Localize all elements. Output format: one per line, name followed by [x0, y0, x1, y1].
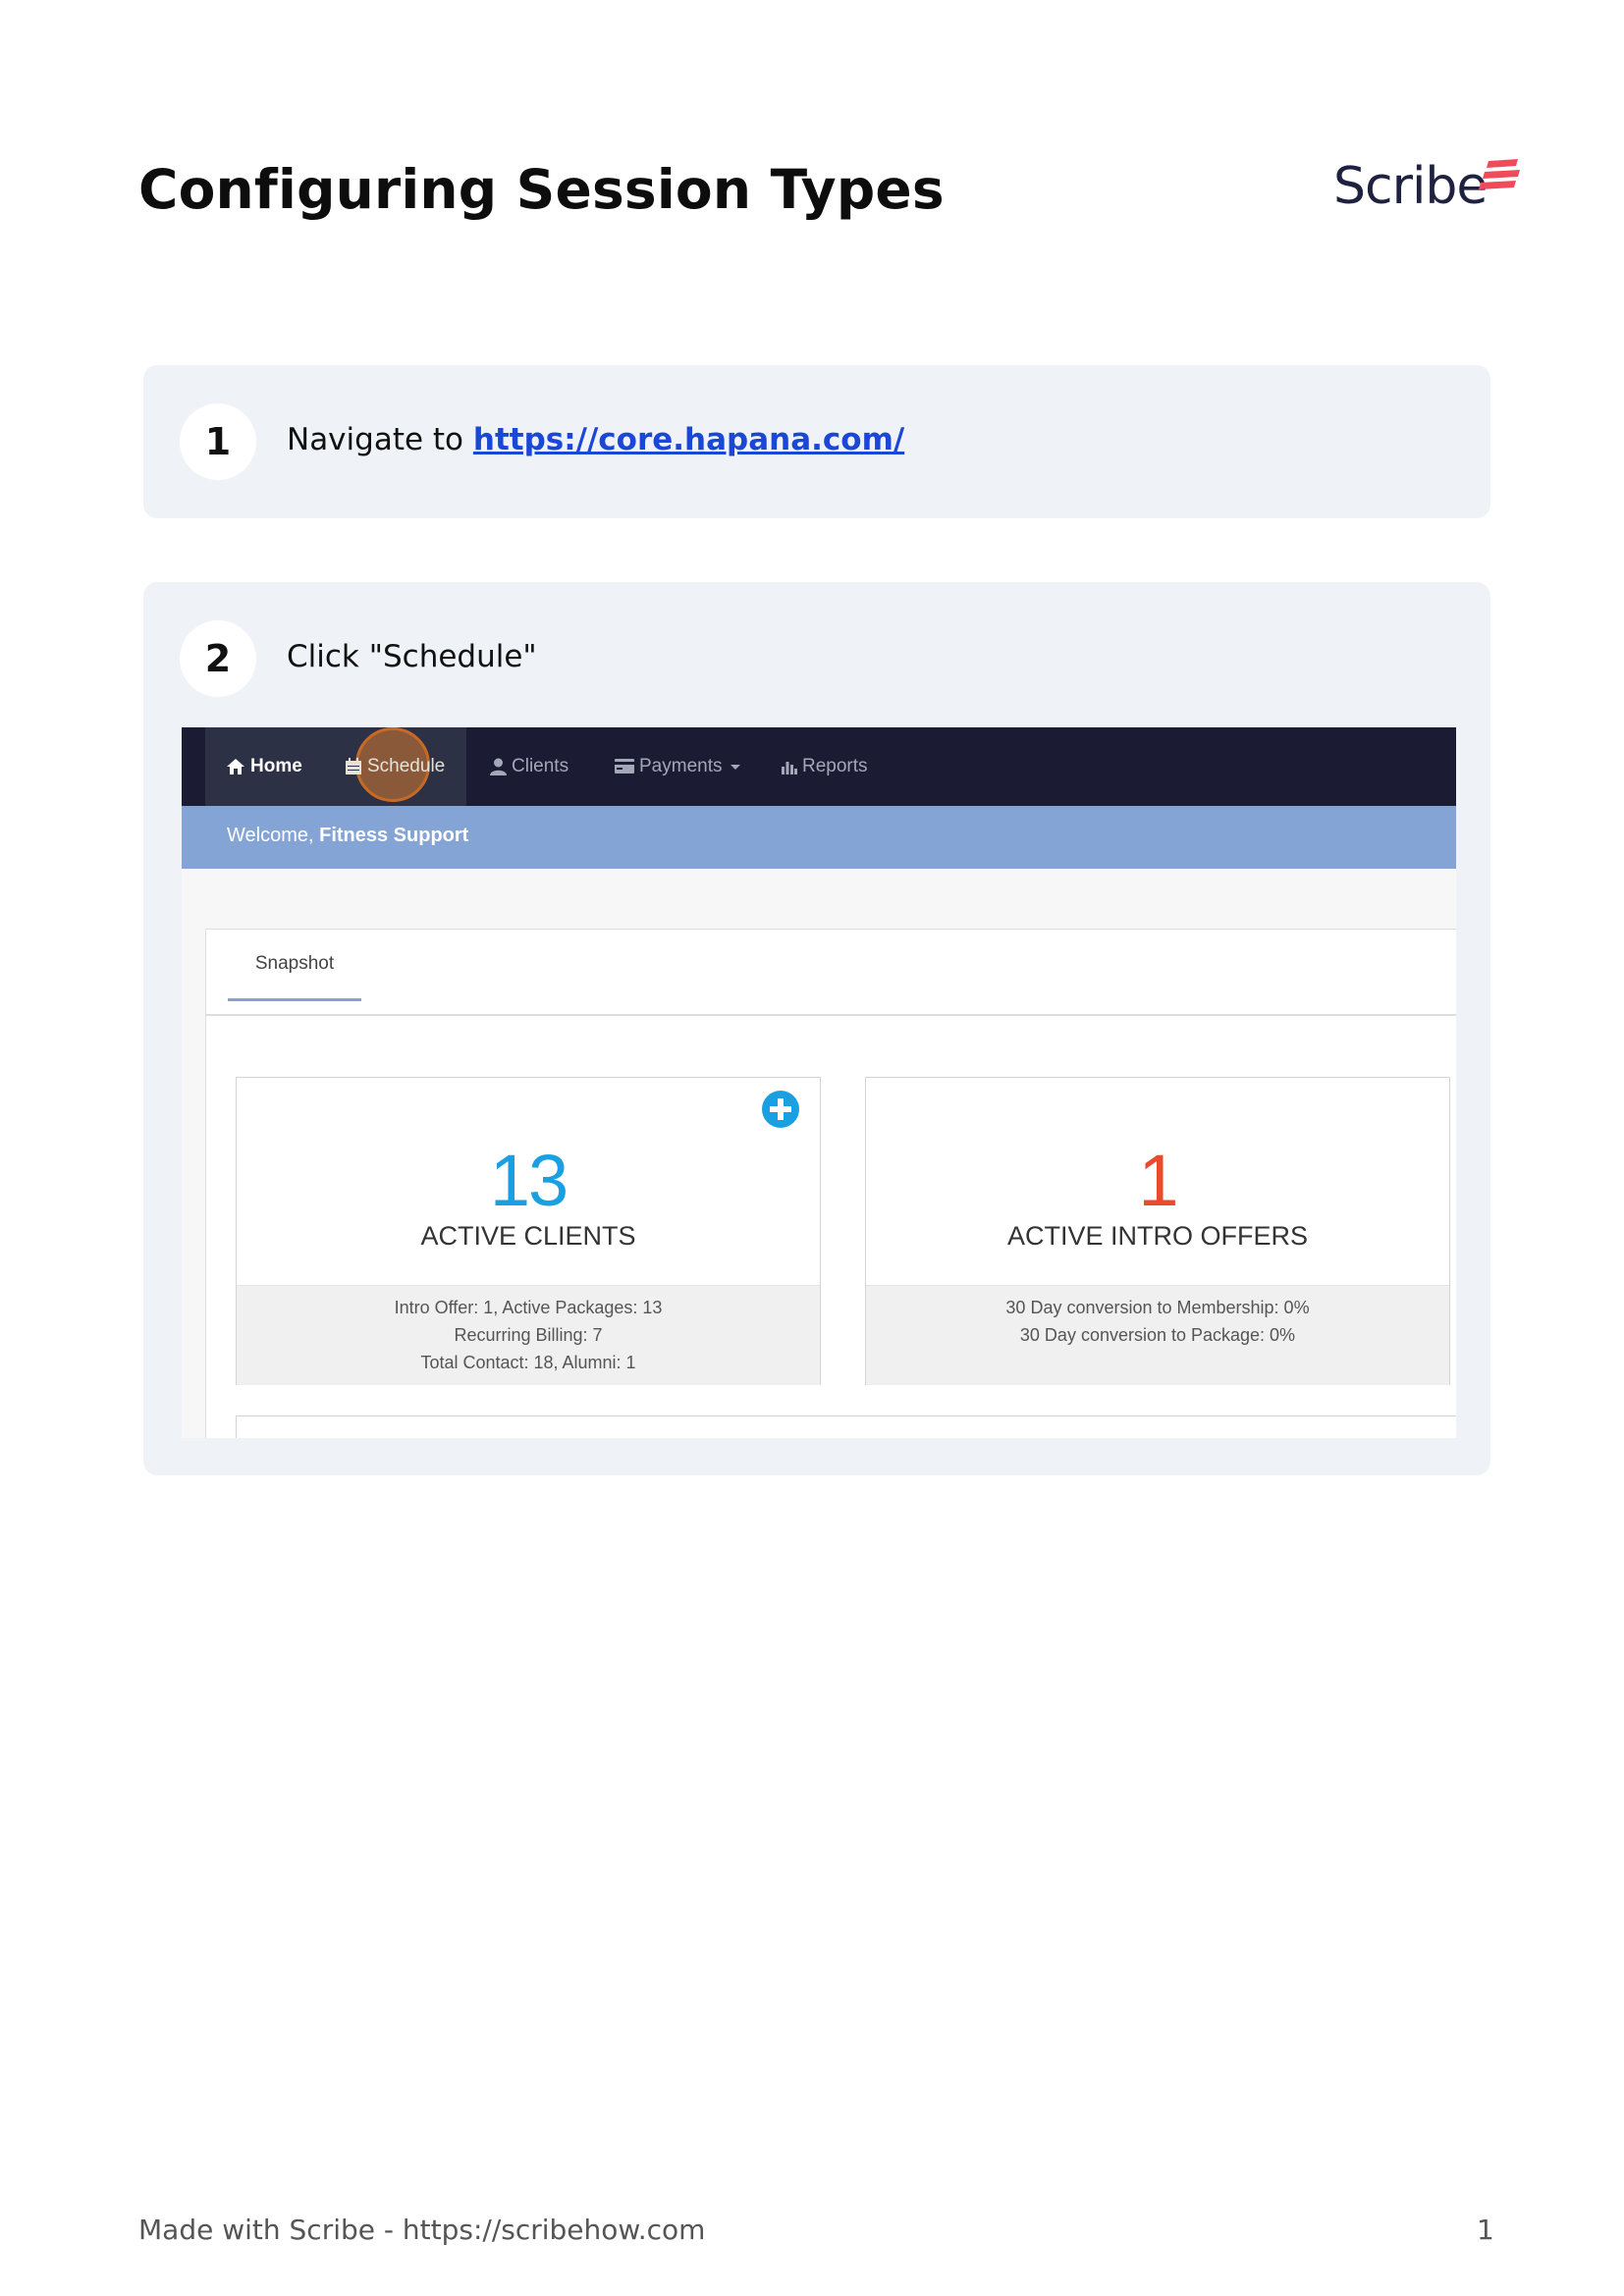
- welcome-user-name: Fitness Support: [319, 825, 469, 846]
- stat-footer: Intro Offer: 1, Active Packages: 13 Recu…: [237, 1285, 820, 1385]
- step-screenshot: Home Schedule Clients Payments Reports W…: [182, 727, 1456, 1438]
- stat-label: ACTIVE INTRO OFFERS: [1006, 1221, 1309, 1251]
- stat-detail: Total Contact: 18, Alumni: 1: [420, 1353, 636, 1372]
- nav-label: Payments: [639, 756, 723, 776]
- nav-label: Schedule: [367, 756, 446, 776]
- stat-label: ACTIVE CLIENTS: [420, 1221, 636, 1251]
- stat-detail: 30 Day conversion to Package: 0%: [1019, 1325, 1296, 1345]
- stat-detail: Recurring Billing: 7: [454, 1325, 603, 1345]
- welcome-message: Welcome, Fitness Support: [227, 825, 468, 847]
- nav-item-home[interactable]: Home: [226, 727, 302, 806]
- tab-bar: Snapshot: [206, 930, 1456, 1016]
- add-icon[interactable]: [761, 1090, 800, 1129]
- active-clients-card: 13 ACTIVE CLIENTS Intro Offer: 1, Active…: [236, 1077, 821, 1385]
- nav-label: Clients: [512, 756, 569, 776]
- step-instruction: Click "Schedule": [287, 639, 537, 674]
- calendar-icon: [346, 757, 361, 774]
- caret-down-icon: [730, 764, 740, 770]
- stat-detail: 30 Day conversion to Membership: 0%: [1005, 1298, 1310, 1317]
- nav-item-payments[interactable]: Payments: [615, 727, 745, 806]
- nav-label: Reports: [802, 756, 868, 776]
- scribe-logo-icon: [1479, 159, 1520, 189]
- home-icon: [227, 758, 244, 774]
- scribe-logo-text: Scribe: [1333, 157, 1488, 216]
- next-card-partial: [236, 1415, 1456, 1438]
- page-footer: Made with Scribe - https://scribehow.com: [138, 2214, 706, 2246]
- step-2-card: 2 Click "Schedule" Home Schedule Clients…: [143, 582, 1490, 1475]
- scribe-logo: Scribe: [1333, 157, 1520, 226]
- step-instruction: Navigate to https://core.hapana.com/: [287, 422, 904, 457]
- bar-chart-icon: [782, 761, 797, 774]
- stat-detail: Intro Offer: 1, Active Packages: 13: [394, 1298, 663, 1317]
- welcome-prefix: Welcome,: [227, 825, 320, 846]
- step-text: Navigate to: [287, 422, 473, 457]
- credit-card-icon: [615, 759, 634, 774]
- nav-label: Home: [250, 756, 302, 776]
- app-nav-bar: Home Schedule Clients Payments Reports: [182, 727, 1456, 806]
- stat-value: 13: [489, 1140, 568, 1221]
- tab-snapshot[interactable]: Snapshot: [228, 930, 361, 1001]
- stat-footer: 30 Day conversion to Membership: 0% 30 D…: [866, 1285, 1449, 1385]
- step-number: 1: [180, 403, 256, 480]
- step-1-card: 1 Navigate to https://core.hapana.com/: [143, 365, 1490, 518]
- nav-item-reports[interactable]: Reports: [782, 727, 868, 806]
- dashboard-panel: Snapshot 13 ACTIVE CLIENTS Intro Offer: …: [205, 929, 1456, 1438]
- nav-item-clients[interactable]: Clients: [490, 727, 568, 806]
- user-icon: [490, 758, 507, 775]
- nav-item-schedule[interactable]: Schedule: [345, 727, 445, 806]
- welcome-bar: Welcome, Fitness Support: [182, 806, 1456, 869]
- active-intro-offers-card: 1 ACTIVE INTRO OFFERS 30 Day conversion …: [865, 1077, 1450, 1385]
- document-title: Configuring Session Types: [138, 158, 945, 221]
- page-number: 1: [1477, 2214, 1494, 2246]
- step-number: 2: [180, 620, 256, 697]
- stat-value: 1: [1138, 1140, 1178, 1221]
- step-link[interactable]: https://core.hapana.com/: [473, 422, 904, 457]
